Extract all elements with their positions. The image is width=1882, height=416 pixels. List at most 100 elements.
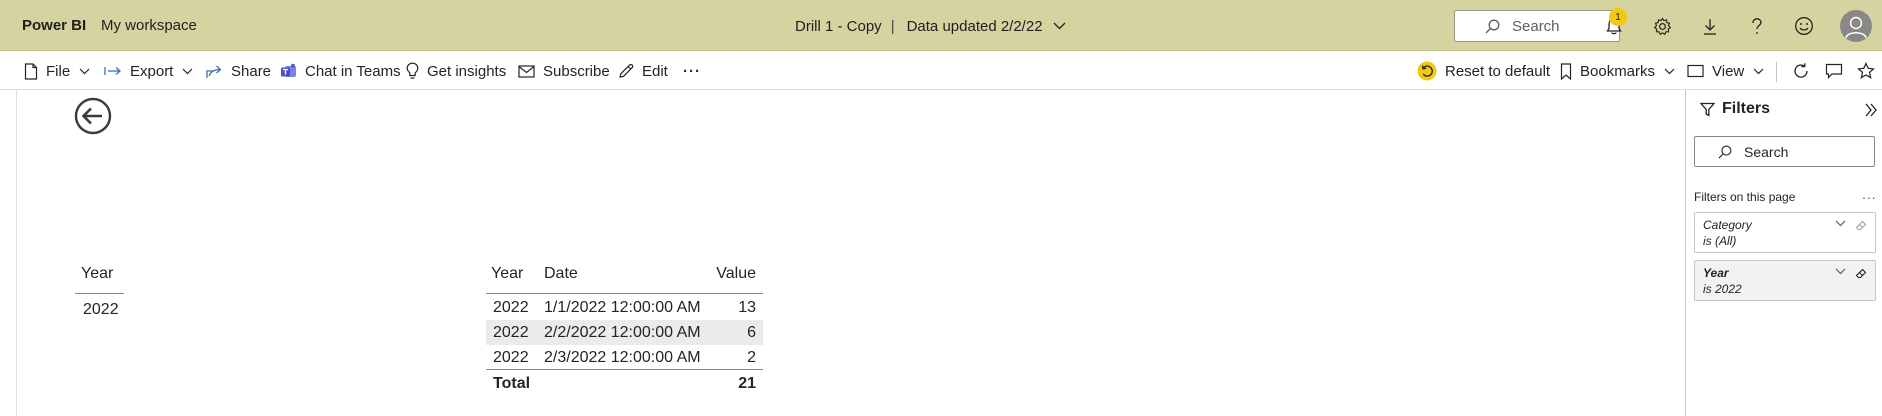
year-slicer-header: Year xyxy=(81,265,114,282)
avatar-icon[interactable] xyxy=(1840,10,1872,42)
feedback-smiley-icon[interactable] xyxy=(1791,13,1817,39)
chat-in-teams-label: Chat in Teams xyxy=(305,62,401,80)
favorite-button[interactable] xyxy=(1857,60,1875,82)
get-insights-label: Get insights xyxy=(427,62,507,80)
view-menu-button[interactable]: View xyxy=(1687,60,1764,82)
column-header-value[interactable]: Value xyxy=(716,265,756,283)
edit-button[interactable]: Edit xyxy=(618,60,668,82)
cell-value: 13 xyxy=(738,299,756,316)
back-arrow-icon xyxy=(74,97,112,135)
cell-value: 6 xyxy=(747,324,756,341)
chevron-down-icon[interactable] xyxy=(1835,220,1846,227)
slicer-underline xyxy=(75,293,124,294)
subscribe-label: Subscribe xyxy=(543,62,610,80)
comments-button[interactable] xyxy=(1825,60,1843,82)
chevron-down-icon xyxy=(1664,68,1675,75)
workspace-link[interactable]: My workspace xyxy=(101,17,197,34)
year-slicer-value[interactable]: 2022 xyxy=(83,301,119,319)
cell-year: 2022 xyxy=(493,324,529,341)
share-button[interactable]: Share xyxy=(205,60,271,82)
export-arrow-icon xyxy=(104,65,122,77)
filters-title-label: Filters xyxy=(1722,100,1771,117)
left-canvas-strip xyxy=(0,90,17,416)
clear-filter-eraser-icon[interactable] xyxy=(1855,267,1868,280)
view-label: View xyxy=(1712,62,1745,80)
table-row[interactable]: 2022 1/1/2022 12:00:00 AM 13 xyxy=(486,295,763,320)
filter-card-name: Year xyxy=(1703,266,1729,280)
edit-label: Edit xyxy=(642,62,668,80)
refresh-button[interactable] xyxy=(1792,60,1810,82)
get-insights-button[interactable]: Get insights xyxy=(406,60,506,82)
global-search-input[interactable]: Search xyxy=(1454,10,1620,42)
pencil-icon xyxy=(618,63,634,79)
comment-icon xyxy=(1825,63,1843,79)
chevron-down-icon[interactable] xyxy=(1835,268,1846,275)
share-label: Share xyxy=(231,62,272,80)
cell-date: 2/2/2022 12:00:00 AM xyxy=(544,324,701,341)
bookmark-icon xyxy=(1560,62,1572,80)
help-icon[interactable] xyxy=(1744,13,1770,39)
cell-value: 2 xyxy=(747,349,756,366)
chat-in-teams-button[interactable]: Chat in Teams xyxy=(280,60,401,82)
notification-badge: 1 xyxy=(1609,8,1627,26)
filters-search-input[interactable]: Search xyxy=(1694,136,1875,167)
total-label: Total xyxy=(493,375,531,392)
refresh-icon xyxy=(1792,62,1810,80)
chevron-down-icon xyxy=(1753,68,1764,75)
envelope-icon xyxy=(518,64,535,78)
filters-on-page-label: Filters on this page xyxy=(1694,190,1796,204)
filters-search-placeholder: Search xyxy=(1744,143,1789,160)
bookmarks-label: Bookmarks xyxy=(1580,62,1656,80)
more-options-button[interactable]: ··· xyxy=(683,60,701,82)
export-menu-button[interactable]: Export xyxy=(104,60,193,82)
clear-filter-eraser-icon[interactable] xyxy=(1855,219,1868,232)
total-value: 21 xyxy=(738,375,756,392)
bookmarks-menu-button[interactable]: Bookmarks xyxy=(1560,60,1675,82)
table-total-row: Total 21 xyxy=(486,369,763,397)
star-icon xyxy=(1857,62,1875,80)
chevron-down-icon[interactable] xyxy=(1043,22,1066,30)
table-header-row: Year Date Value xyxy=(486,264,763,294)
data-updated-label: Data updated 2/2/22 xyxy=(906,17,1043,35)
chevron-down-icon xyxy=(182,68,193,75)
filter-funnel-icon xyxy=(1700,102,1722,117)
table-row[interactable]: 2022 2/3/2022 12:00:00 AM 2 xyxy=(486,345,763,370)
download-icon[interactable] xyxy=(1697,13,1723,39)
search-icon xyxy=(1470,19,1500,34)
top-header-bar: Power BI My workspace Drill 1 - Copy | D… xyxy=(0,0,1882,51)
filter-card-year[interactable]: Year is 2022 xyxy=(1694,260,1876,301)
filter-card-category[interactable]: Category is (All) xyxy=(1694,212,1876,253)
toolbar-divider xyxy=(1776,62,1777,82)
column-header-date[interactable]: Date xyxy=(544,265,578,283)
reset-icon xyxy=(1417,61,1437,81)
table-row[interactable]: 2022 2/2/2022 12:00:00 AM 6 xyxy=(486,320,763,345)
command-bar: File Export Share Chat in Teams Get insi… xyxy=(0,52,1882,90)
filter-card-description: is 2022 xyxy=(1703,282,1742,296)
filter-card-name: Category xyxy=(1703,218,1752,232)
filters-pane-title: Filters xyxy=(1700,100,1770,118)
back-button[interactable] xyxy=(74,97,112,135)
collapse-pane-button[interactable] xyxy=(1863,102,1879,118)
double-chevron-right-icon xyxy=(1863,102,1879,118)
view-window-icon xyxy=(1687,64,1704,78)
cell-year: 2022 xyxy=(493,349,529,366)
filters-more-button[interactable]: ... xyxy=(1862,186,1877,202)
cell-date: 2/3/2022 12:00:00 AM xyxy=(544,349,701,366)
gear-icon[interactable] xyxy=(1649,13,1675,39)
file-label: File xyxy=(46,62,71,80)
chevron-down-icon xyxy=(79,68,90,75)
column-header-year[interactable]: Year xyxy=(491,265,523,283)
lightbulb-icon xyxy=(406,62,419,80)
global-search-placeholder: Search xyxy=(1512,17,1560,35)
filters-pane: Filters Search Filters on this page ... … xyxy=(1685,90,1882,416)
file-menu-button[interactable]: File xyxy=(24,60,90,82)
share-icon xyxy=(205,64,223,79)
report-canvas xyxy=(17,90,1685,416)
report-title: Drill 1 - Copy xyxy=(795,17,882,35)
report-title-area[interactable]: Drill 1 - Copy | Data updated 2/2/22 xyxy=(795,16,1066,36)
title-separator: | xyxy=(890,17,895,35)
reset-to-default-button[interactable]: Reset to default xyxy=(1417,60,1550,82)
search-icon xyxy=(1707,145,1732,159)
app-brand[interactable]: Power BI xyxy=(22,17,86,34)
subscribe-button[interactable]: Subscribe xyxy=(518,60,610,82)
